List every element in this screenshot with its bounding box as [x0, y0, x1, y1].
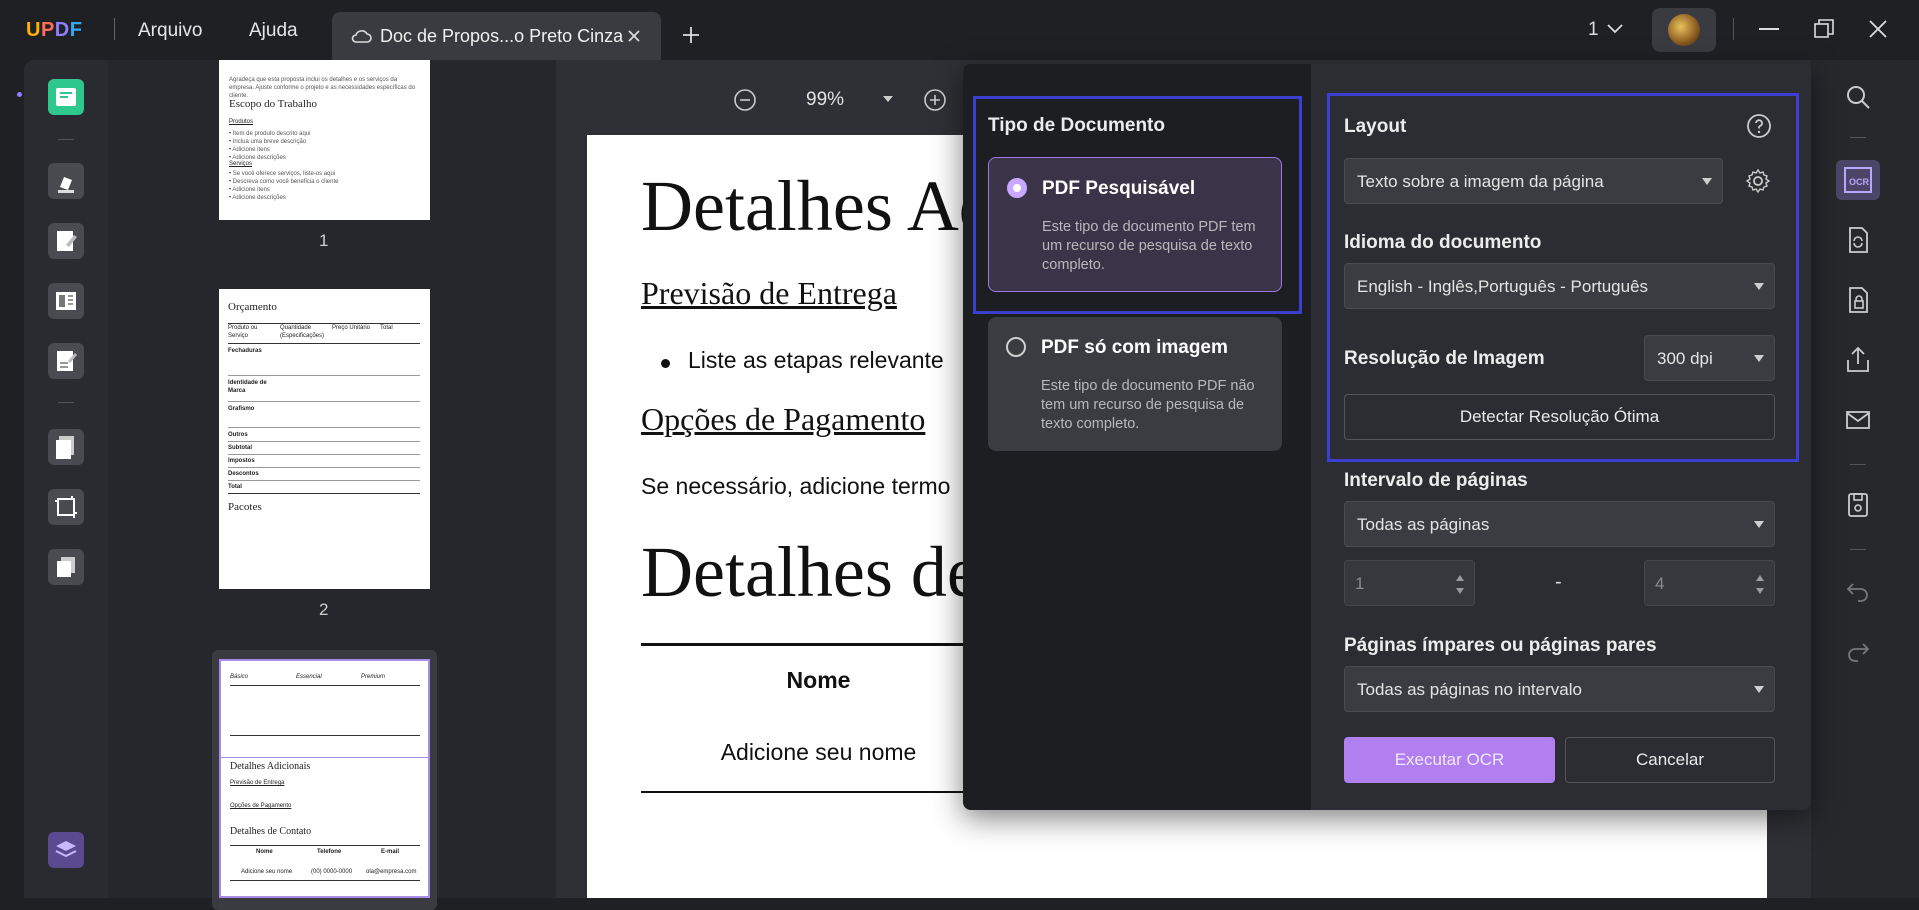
- language-select[interactable]: English - Inglês,Português - Português: [1344, 263, 1775, 309]
- detect-resolution-button[interactable]: Detectar Resolução Ótima: [1344, 394, 1775, 440]
- doc-bullet-text: Liste as etapas relevante: [688, 347, 944, 373]
- close-tab-icon[interactable]: [627, 29, 641, 43]
- save-icon[interactable]: [1843, 490, 1873, 520]
- highlighter-icon[interactable]: [48, 163, 84, 199]
- edit-pdf-icon[interactable]: [48, 223, 84, 259]
- page-range-select[interactable]: Todas as páginas: [1344, 501, 1775, 547]
- right-tool-rail: OCR: [1811, 60, 1919, 898]
- resolution-select[interactable]: 300 dpi: [1644, 335, 1775, 381]
- range-dash: -: [1555, 571, 1562, 593]
- doc-heading: Detalhes Ad: [641, 166, 995, 246]
- option-image-only-pdf[interactable]: PDF só com imagem Este tipo de documento…: [988, 317, 1282, 451]
- table-rule: [641, 643, 971, 646]
- app-logo: UPDF: [26, 19, 83, 41]
- divider: [114, 18, 115, 40]
- chevron-down-icon[interactable]: [1607, 24, 1623, 34]
- thumbnail-page-2[interactable]: Orçamento Produto ou Serviço Quantidade …: [219, 289, 430, 589]
- doc-type-label: Tipo de Documento: [988, 115, 1165, 136]
- cancel-button[interactable]: Cancelar: [1565, 737, 1775, 783]
- menu-arquivo[interactable]: Arquivo: [138, 20, 202, 42]
- parity-select[interactable]: Todas as páginas no intervalo: [1344, 666, 1775, 712]
- undo-icon[interactable]: [1843, 575, 1873, 605]
- zoom-out-icon[interactable]: [733, 88, 757, 112]
- restore-icon[interactable]: [1814, 19, 1834, 39]
- radio-selected[interactable]: [1007, 178, 1027, 198]
- left-tool-rail: [17, 60, 108, 898]
- page-layout-icon[interactable]: [48, 283, 84, 319]
- layout-label: Layout: [1344, 116, 1407, 137]
- gear-icon[interactable]: [1745, 168, 1771, 194]
- option-title: PDF só com imagem: [1041, 337, 1228, 358]
- zoom-dropdown-icon[interactable]: [882, 95, 894, 103]
- zoom-in-icon[interactable]: [923, 88, 947, 112]
- menu-ajuda[interactable]: Ajuda: [249, 20, 298, 42]
- layout-select[interactable]: Texto sobre a imagem da página: [1344, 158, 1723, 204]
- doc-paragraph: Se necessário, adicione termo: [641, 473, 951, 499]
- document-tab[interactable]: Doc de Propos...o Preto Cinza: [332, 12, 661, 60]
- language-label: Idioma do documento: [1344, 232, 1542, 253]
- organize-pages-icon[interactable]: [48, 429, 84, 465]
- thumbnail-number: 1: [319, 231, 329, 250]
- bullet: [661, 359, 670, 368]
- resolution-label: Resolução de Imagem: [1344, 348, 1545, 369]
- email-icon[interactable]: [1843, 405, 1873, 435]
- layers-icon[interactable]: [48, 832, 84, 868]
- radio-unselected[interactable]: [1006, 337, 1026, 357]
- ocr-dialog: Tipo de Documento PDF Pesquisável Este t…: [963, 64, 1811, 810]
- thumbnail-page-3[interactable]: Básico Essencial Premium Detalhes Adicio…: [219, 659, 430, 898]
- option-title: PDF Pesquisável: [1042, 178, 1196, 199]
- table-rule: [641, 791, 971, 793]
- tab-title: Doc de Propos...o Preto Cinza: [380, 26, 624, 46]
- doc-link: Opções de Pagamento: [641, 401, 926, 437]
- zoom-level[interactable]: 99%: [806, 89, 844, 111]
- page-counter[interactable]: 1: [1588, 19, 1599, 41]
- close-window-icon[interactable]: [1869, 20, 1887, 38]
- convert-icon[interactable]: [1843, 225, 1873, 255]
- active-indicator: [17, 92, 22, 97]
- doc-link: Previsão de Entrega: [641, 275, 897, 311]
- svg-text:OCR: OCR: [1849, 177, 1870, 187]
- search-icon[interactable]: [1843, 82, 1873, 112]
- avatar: [1668, 14, 1700, 46]
- new-tab-icon[interactable]: [682, 26, 700, 44]
- reader-icon[interactable]: [48, 79, 84, 115]
- batch-icon[interactable]: [48, 549, 84, 585]
- page-range-label: Intervalo de páginas: [1344, 470, 1528, 491]
- parity-label: Páginas ímpares ou páginas pares: [1344, 635, 1657, 656]
- option-description: Este tipo de documento PDF não tem um re…: [1041, 378, 1255, 432]
- title-bar: UPDF Arquivo Ajuda Doc de Propos...o Pre…: [0, 0, 1919, 60]
- cloud-icon: [351, 30, 372, 43]
- option-description: Este tipo de documento PDF tem um recurs…: [1042, 219, 1256, 273]
- form-icon[interactable]: [48, 343, 84, 379]
- help-icon[interactable]: [1746, 113, 1772, 139]
- range-from-input[interactable]: 1: [1344, 560, 1475, 606]
- table-header: Nome: [786, 667, 851, 693]
- table-cell: Adicione seu nome: [720, 739, 917, 765]
- redo-icon[interactable]: [1843, 635, 1873, 665]
- thumbnail-panel: Agradeça que esta proposta inclui os det…: [108, 60, 556, 910]
- doc-heading: Detalhes de: [641, 532, 979, 612]
- option-searchable-pdf[interactable]: PDF Pesquisável Este tipo de documento P…: [988, 157, 1282, 292]
- account-button[interactable]: [1652, 8, 1716, 52]
- run-ocr-button[interactable]: Executar OCR: [1344, 737, 1555, 783]
- minimize-icon[interactable]: [1759, 28, 1779, 30]
- range-to-input[interactable]: 4: [1644, 560, 1775, 606]
- protect-icon[interactable]: [1843, 285, 1873, 315]
- divider: [1733, 18, 1734, 40]
- share-icon[interactable]: [1843, 345, 1873, 375]
- crop-icon[interactable]: [48, 489, 84, 525]
- thumbnail-number: 2: [319, 600, 329, 619]
- thumbnail-page-1[interactable]: Agradeça que esta proposta inclui os det…: [219, 60, 430, 220]
- ocr-icon[interactable]: OCR: [1836, 160, 1880, 200]
